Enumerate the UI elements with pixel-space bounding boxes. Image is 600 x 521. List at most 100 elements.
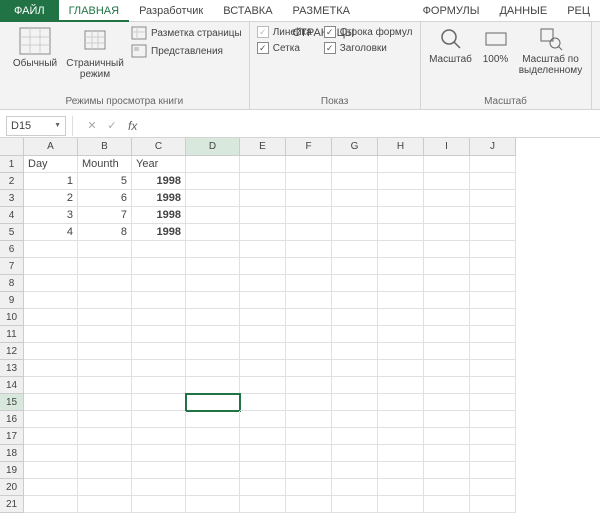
cell-D10[interactable]: [186, 309, 240, 326]
cell-A19[interactable]: [24, 462, 78, 479]
row-header-4[interactable]: 4: [0, 207, 24, 224]
column-header-A[interactable]: A: [24, 138, 78, 156]
cell-J11[interactable]: [470, 326, 516, 343]
cell-G20[interactable]: [332, 479, 378, 496]
cell-C9[interactable]: [132, 292, 186, 309]
cell-I16[interactable]: [424, 411, 470, 428]
cell-F12[interactable]: [286, 343, 332, 360]
cell-G16[interactable]: [332, 411, 378, 428]
column-header-B[interactable]: B: [78, 138, 132, 156]
row-header-6[interactable]: 6: [0, 241, 24, 258]
cell-D17[interactable]: [186, 428, 240, 445]
cell-A13[interactable]: [24, 360, 78, 377]
row-header-7[interactable]: 7: [0, 258, 24, 275]
cell-B1[interactable]: Mounth: [78, 156, 132, 173]
row-header-9[interactable]: 9: [0, 292, 24, 309]
cell-I13[interactable]: [424, 360, 470, 377]
cell-E11[interactable]: [240, 326, 286, 343]
cell-G9[interactable]: [332, 292, 378, 309]
cell-B12[interactable]: [78, 343, 132, 360]
cell-H1[interactable]: [378, 156, 424, 173]
cell-I5[interactable]: [424, 224, 470, 241]
cell-G11[interactable]: [332, 326, 378, 343]
ruler-checkbox[interactable]: ✓ Линейка: [255, 25, 314, 39]
cell-I18[interactable]: [424, 445, 470, 462]
cell-H7[interactable]: [378, 258, 424, 275]
cell-B19[interactable]: [78, 462, 132, 479]
cell-D12[interactable]: [186, 343, 240, 360]
cell-J7[interactable]: [470, 258, 516, 275]
cell-J4[interactable]: [470, 207, 516, 224]
column-header-H[interactable]: H: [378, 138, 424, 156]
select-all-corner[interactable]: [0, 138, 24, 156]
cell-E17[interactable]: [240, 428, 286, 445]
cell-I8[interactable]: [424, 275, 470, 292]
cell-F20[interactable]: [286, 479, 332, 496]
cell-B18[interactable]: [78, 445, 132, 462]
cell-D2[interactable]: [186, 173, 240, 190]
cell-A15[interactable]: [24, 394, 78, 411]
row-header-16[interactable]: 16: [0, 411, 24, 428]
cell-H14[interactable]: [378, 377, 424, 394]
cell-D14[interactable]: [186, 377, 240, 394]
row-header-20[interactable]: 20: [0, 479, 24, 496]
cell-C21[interactable]: [132, 496, 186, 513]
row-header-14[interactable]: 14: [0, 377, 24, 394]
cell-D16[interactable]: [186, 411, 240, 428]
row-header-18[interactable]: 18: [0, 445, 24, 462]
cell-A20[interactable]: [24, 479, 78, 496]
cell-J12[interactable]: [470, 343, 516, 360]
cell-E18[interactable]: [240, 445, 286, 462]
row-header-11[interactable]: 11: [0, 326, 24, 343]
column-header-I[interactable]: I: [424, 138, 470, 156]
cell-C20[interactable]: [132, 479, 186, 496]
formula-input[interactable]: [141, 116, 600, 136]
cell-H18[interactable]: [378, 445, 424, 462]
cell-I21[interactable]: [424, 496, 470, 513]
row-header-10[interactable]: 10: [0, 309, 24, 326]
cell-G10[interactable]: [332, 309, 378, 326]
cell-A14[interactable]: [24, 377, 78, 394]
cell-C17[interactable]: [132, 428, 186, 445]
cell-A8[interactable]: [24, 275, 78, 292]
cell-B7[interactable]: [78, 258, 132, 275]
zoom-button[interactable]: Масштаб: [426, 25, 476, 67]
cell-I2[interactable]: [424, 173, 470, 190]
page-break-button[interactable]: Страничный режим: [65, 25, 125, 82]
cell-F17[interactable]: [286, 428, 332, 445]
cell-D7[interactable]: [186, 258, 240, 275]
cell-H19[interactable]: [378, 462, 424, 479]
column-header-G[interactable]: G: [332, 138, 378, 156]
cell-J20[interactable]: [470, 479, 516, 496]
cell-E19[interactable]: [240, 462, 286, 479]
cell-A1[interactable]: Day: [24, 156, 78, 173]
cell-F11[interactable]: [286, 326, 332, 343]
cell-A18[interactable]: [24, 445, 78, 462]
cell-C1[interactable]: Year: [132, 156, 186, 173]
cell-D5[interactable]: [186, 224, 240, 241]
cell-F15[interactable]: [286, 394, 332, 411]
cell-G7[interactable]: [332, 258, 378, 275]
cell-J18[interactable]: [470, 445, 516, 462]
cell-H15[interactable]: [378, 394, 424, 411]
cell-E7[interactable]: [240, 258, 286, 275]
cell-I7[interactable]: [424, 258, 470, 275]
column-header-F[interactable]: F: [286, 138, 332, 156]
cell-C7[interactable]: [132, 258, 186, 275]
row-header-15[interactable]: 15: [0, 394, 24, 411]
formula-bar-checkbox[interactable]: ✓ Строка формул: [322, 25, 415, 39]
cell-E3[interactable]: [240, 190, 286, 207]
cell-C5[interactable]: 1998: [132, 224, 186, 241]
cell-D11[interactable]: [186, 326, 240, 343]
cell-G1[interactable]: [332, 156, 378, 173]
cell-B15[interactable]: [78, 394, 132, 411]
cell-C4[interactable]: 1998: [132, 207, 186, 224]
cell-A9[interactable]: [24, 292, 78, 309]
cell-A6[interactable]: [24, 241, 78, 258]
cell-H10[interactable]: [378, 309, 424, 326]
cell-D9[interactable]: [186, 292, 240, 309]
cancel-button[interactable]: ✕: [82, 116, 102, 136]
tab-file[interactable]: ФАЙЛ: [0, 0, 59, 22]
cell-E12[interactable]: [240, 343, 286, 360]
cell-F13[interactable]: [286, 360, 332, 377]
